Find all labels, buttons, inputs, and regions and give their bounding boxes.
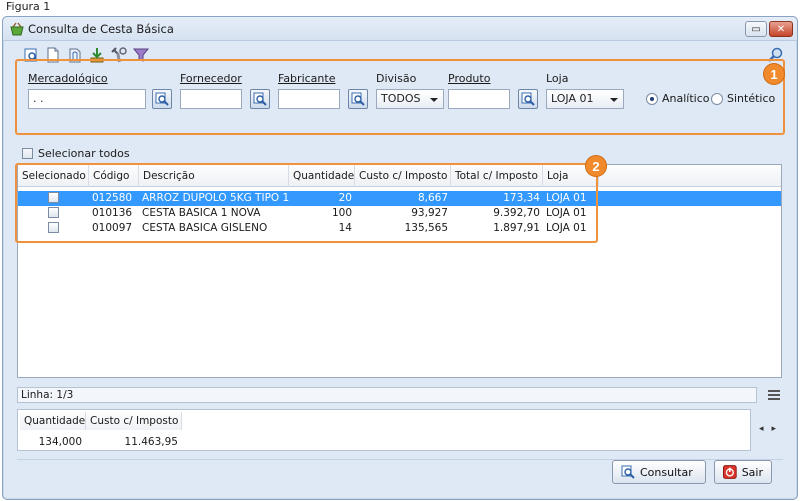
fornecedor-lookup-button[interactable]: [250, 89, 270, 109]
row-status: Linha: 1/3: [17, 387, 757, 403]
column-header-custo[interactable]: Custo c/ Imposto: [355, 165, 451, 187]
analitico-label: Analítico: [662, 92, 710, 105]
select-all-checkbox[interactable]: [22, 148, 33, 159]
cell-codigo: 010097: [92, 222, 133, 234]
lookup-icon: [521, 92, 535, 106]
scroll-left-icon[interactable]: ◂: [759, 424, 764, 438]
close-button[interactable]: ✕: [769, 21, 793, 37]
table-row[interactable]: 010136 CESTA BASICA 1 NOVA 100 93,927 9.…: [18, 206, 781, 221]
column-header-descricao[interactable]: Descrição: [139, 165, 289, 187]
row-checkbox[interactable]: [48, 207, 59, 218]
cell-loja: LOJA 01: [546, 207, 587, 219]
select-all-label: Selecionar todos: [38, 147, 130, 160]
column-header-total[interactable]: Total c/ Imposto: [451, 165, 543, 187]
mercadologico-lookup-button[interactable]: [152, 89, 172, 109]
cell-total: 9.392,70: [493, 207, 540, 219]
summary-quantidade: 134,000: [38, 436, 82, 448]
cell-custo: 135,565: [404, 222, 448, 234]
fabricante-field[interactable]: [278, 89, 340, 109]
produto-lookup-button[interactable]: [518, 89, 538, 109]
divisao-label: Divisão: [376, 72, 417, 85]
analitico-radio[interactable]: [646, 92, 658, 105]
column-header-selecionado[interactable]: Selecionado: [18, 165, 89, 187]
menu-icon[interactable]: [768, 390, 780, 400]
exit-icon: [723, 465, 737, 479]
mercadologico-field[interactable]: . .: [28, 89, 146, 109]
cell-loja: LOJA 01: [546, 192, 587, 204]
column-header-codigo[interactable]: Código: [89, 165, 139, 187]
cell-total: 1.897,91: [493, 222, 540, 234]
produto-label: Produto: [448, 72, 491, 85]
sintetico-label: Sintético: [727, 92, 776, 105]
summary-scroll[interactable]: ◂ ▸: [759, 424, 789, 438]
row-checkbox[interactable]: [48, 192, 59, 203]
lookup-icon: [155, 92, 169, 106]
cell-custo: 93,927: [411, 207, 448, 219]
loja-selected: LOJA 01: [551, 92, 594, 105]
fornecedor-field[interactable]: [180, 89, 242, 109]
produto-field[interactable]: [448, 89, 510, 109]
sintetico-radio[interactable]: [711, 92, 723, 105]
divisao-selected: TODOS: [381, 92, 421, 105]
cell-quantidade: 100: [331, 207, 352, 219]
grid-header: Selecionado Código Descrição Quantidade …: [18, 165, 781, 187]
minimize-button[interactable]: ▭: [745, 21, 767, 37]
cell-quantidade: 20: [338, 192, 352, 204]
chevron-down-icon: [610, 98, 618, 102]
window-title: Consulta de Cesta Básica: [28, 22, 174, 36]
lookup-icon: [621, 465, 635, 479]
loja-select[interactable]: LOJA 01: [546, 89, 624, 109]
fabricante-label: Fabricante: [278, 72, 336, 85]
fornecedor-label: Fornecedor: [180, 72, 242, 85]
summary-header-quantidade: Quantidade: [20, 412, 86, 430]
callout-badge-1: 1: [764, 64, 784, 84]
cell-codigo: 012580: [92, 192, 133, 204]
lookup-icon: [351, 92, 365, 106]
cell-quantidade: 14: [338, 222, 352, 234]
summary-panel: Quantidade Custo c/ Imposto 134,000 11.4…: [17, 409, 751, 451]
summary-header-custo: Custo c/ Imposto: [86, 412, 182, 430]
cell-loja: LOJA 01: [546, 222, 587, 234]
cell-descricao: CESTA BASICA 1 NOVA: [142, 207, 261, 219]
mercadologico-label: Mercadológico: [28, 72, 108, 85]
scroll-right-icon[interactable]: ▸: [772, 424, 777, 438]
table-row[interactable]: 010097 CESTA BASICA GISLENO 14 135,565 1…: [18, 221, 781, 236]
consultar-button[interactable]: Consultar: [612, 460, 706, 484]
cell-total: 173,34: [503, 192, 540, 204]
divisao-select[interactable]: TODOS: [376, 89, 444, 109]
cell-descricao: CESTA BASICA GISLENO: [142, 222, 268, 234]
callout-badge-2: 2: [586, 156, 606, 176]
row-checkbox[interactable]: [48, 222, 59, 233]
results-grid: Selecionado Código Descrição Quantidade …: [17, 164, 782, 378]
analitico-option[interactable]: Analítico: [646, 92, 710, 105]
title-bar: Consulta de Cesta Básica ▭ ✕: [3, 17, 797, 41]
consultar-label: Consultar: [640, 465, 693, 479]
summary-custo: 11.463,95: [124, 436, 178, 448]
cell-custo: 8,667: [417, 192, 448, 204]
lookup-icon: [253, 92, 267, 106]
cell-codigo: 010136: [92, 207, 133, 219]
table-row[interactable]: 012580 ARROZ DUPOLO 5KG TIPO 1 20 8,667 …: [18, 191, 781, 206]
sintetico-option[interactable]: Sintético: [711, 92, 775, 105]
sair-label: Sair: [741, 465, 763, 479]
loja-label: Loja: [546, 72, 569, 85]
fabricante-lookup-button[interactable]: [348, 89, 368, 109]
basket-icon: [10, 22, 24, 36]
select-all-option[interactable]: Selecionar todos: [22, 147, 130, 160]
column-header-quantidade[interactable]: Quantidade: [289, 165, 355, 187]
figure-caption: Figura 1: [6, 0, 51, 13]
cell-descricao: ARROZ DUPOLO 5KG TIPO 1: [142, 192, 289, 204]
sair-button[interactable]: Sair: [714, 460, 772, 484]
chevron-down-icon: [430, 98, 438, 102]
